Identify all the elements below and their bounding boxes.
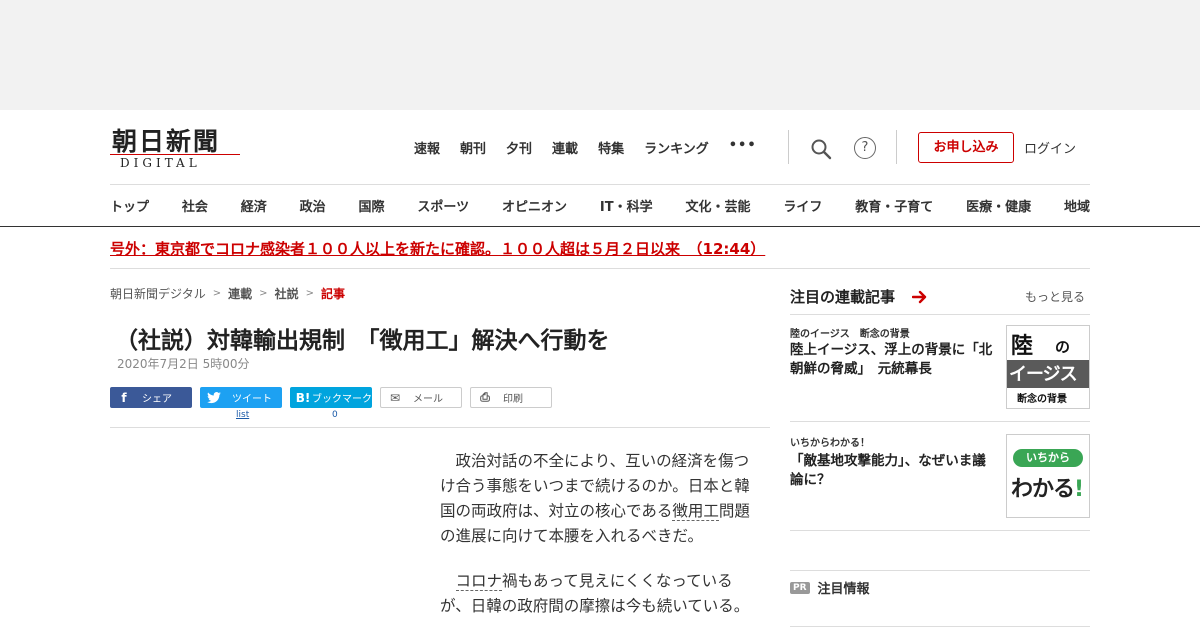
hatena-bookmark-button[interactable]: B! ブックマーク [290, 387, 372, 408]
article-paragraph: コロナ禍もあって見えにくくなっているが、日韓の政府間の摩擦は今も続いている。 [440, 569, 752, 619]
featured-article-card[interactable]: いちからわかる！ 「敵基地攻撃能力」、なぜいま議論に？ いちから わかる! [790, 434, 1090, 518]
thumbnail-text: わかる [1011, 477, 1075, 502]
tweet-count[interactable]: list [236, 410, 249, 420]
card-headline: 「敵基地攻撃能力」、なぜいま議論に？ [790, 453, 986, 488]
category-education[interactable]: 教育・子育て [855, 196, 933, 215]
thumbnail-text: 断念の背景 [1017, 394, 1067, 405]
bookmark-label: ブックマーク [312, 394, 372, 405]
breaking-news-link[interactable]: 号外：東京都でコロナ感染者１００人以上を新たに確認。１００人超は５月２日以来 （… [110, 238, 765, 259]
site-header: 朝日新聞 DIGITAL 速報 朝刊 夕刊 連載 特集 ランキング ••• ? … [110, 110, 1090, 184]
topnav-item-evening[interactable]: 夕刊 [506, 138, 532, 157]
featured-article-card[interactable]: 陸のイージス 断念の背景 陸上イージス、浮上の背景に「北朝鮮の脅威」 元統幕長 … [790, 325, 1090, 409]
more-menu-icon[interactable]: ••• [729, 138, 757, 157]
logo-rule [110, 154, 240, 155]
sidebar-heading: 注目の連載記事 [790, 288, 896, 306]
divider [110, 268, 1090, 269]
category-politics[interactable]: 政治 [300, 196, 326, 215]
card-series-label: 陸のイージス 断念の背景 [790, 329, 910, 340]
share-label: シェア [142, 394, 172, 405]
category-it-science[interactable]: IT・科学 [600, 196, 653, 215]
category-nav: トップ 社会 経済 政治 国際 スポーツ オピニオン IT・科学 文化・芸能 ラ… [110, 196, 1090, 215]
thumbnail-pill: いちから [1013, 449, 1083, 467]
thumbnail-text: ! [1074, 477, 1084, 502]
category-regional[interactable]: 地域 [1064, 196, 1090, 215]
card-series-label: いちからわかる！ [790, 438, 870, 449]
breadcrumb-editorial[interactable]: 社説 [275, 285, 299, 302]
header-divider [788, 130, 789, 164]
pr-label: 注目情報 [817, 582, 870, 597]
thumbnail-text: 陸 [1011, 334, 1034, 359]
article-body: 政治対話の不全により、互いの経済を傷つけ合う事態をいつまで続けるのか。日本と韓国… [440, 449, 752, 630]
top-nav: 速報 朝刊 夕刊 連載 特集 ランキング ••• [414, 138, 757, 157]
ad-banner-area [0, 0, 1200, 110]
card-headline: 陸上イージス、浮上の背景に「北朝鮮の脅威」 元統幕長 [790, 342, 993, 377]
category-international[interactable]: 国際 [359, 196, 385, 215]
category-economy[interactable]: 経済 [241, 196, 267, 215]
topnav-item-morning[interactable]: 朝刊 [460, 138, 486, 157]
login-link[interactable]: ログイン [1024, 138, 1076, 157]
topnav-item-features[interactable]: 特集 [598, 138, 624, 157]
card-thumbnail: いちから わかる! [1006, 434, 1090, 518]
breadcrumb-separator: > [212, 288, 222, 299]
card-thumbnail: 陸 の イージス 断念の背景 [1006, 325, 1090, 409]
category-health[interactable]: 医療・健康 [966, 196, 1031, 215]
divider [790, 570, 1090, 571]
article-title: （社説）対韓輸出規制 「徴用工」解決へ行動を [115, 328, 610, 354]
arrow-right-icon [912, 290, 927, 304]
keyword-link[interactable]: コロナ [455, 572, 503, 591]
divider [110, 427, 770, 428]
breadcrumb-home[interactable]: 朝日新聞デジタル [110, 285, 206, 302]
help-icon[interactable]: ? [854, 137, 876, 159]
divider [0, 226, 1200, 227]
article-date: 2020年7月2日 5時00分 [117, 357, 250, 371]
print-icon: ⎙ [480, 390, 490, 404]
divider [110, 184, 1090, 185]
divider [790, 421, 1090, 422]
breadcrumb-separator: > [259, 288, 268, 299]
hatena-icon: B! [295, 390, 311, 405]
category-society[interactable]: 社会 [182, 196, 208, 215]
bookmark-count: 0 [332, 410, 338, 420]
mail-icon: ✉ [389, 390, 401, 405]
more-link[interactable]: もっと見る [1025, 288, 1085, 305]
print-button[interactable]: ⎙ 印刷 [470, 387, 552, 408]
facebook-icon: f [121, 390, 127, 405]
breadcrumb: 朝日新聞デジタル > 連載 > 社説 > 記事 [110, 285, 345, 302]
pr-badge: PR [790, 581, 810, 594]
thumbnail-logo-text: わかる! [1011, 471, 1084, 503]
header-divider [896, 130, 897, 164]
keyword-link[interactable]: 徴用工 [672, 502, 719, 521]
topnav-item-ranking[interactable]: ランキング [644, 138, 709, 157]
category-life[interactable]: ライフ [783, 196, 822, 215]
category-culture[interactable]: 文化・芸能 [685, 196, 750, 215]
tweet-button[interactable]: ツイート [200, 387, 282, 408]
breadcrumb-current: 記事 [320, 287, 345, 301]
divider [790, 314, 1090, 315]
category-sports[interactable]: スポーツ [417, 196, 469, 215]
logo-sub-text: DIGITAL [120, 156, 201, 170]
site-logo[interactable]: 朝日新聞 DIGITAL [110, 122, 250, 172]
thumbnail-text: の [1055, 338, 1071, 356]
facebook-share-button[interactable]: f シェア [110, 387, 192, 408]
category-top[interactable]: トップ [110, 196, 149, 215]
breadcrumb-series[interactable]: 連載 [228, 285, 252, 302]
logo-main-text: 朝日新聞 [112, 127, 221, 156]
breadcrumb-separator: > [305, 288, 314, 299]
divider [790, 530, 1090, 531]
category-opinion[interactable]: オピニオン [502, 196, 567, 215]
topnav-item-series[interactable]: 連載 [552, 138, 578, 157]
twitter-icon [207, 391, 221, 403]
thumbnail-text: イージス [1009, 364, 1078, 385]
print-label: 印刷 [503, 394, 523, 405]
topnav-item-breaking[interactable]: 速報 [414, 138, 440, 157]
subscribe-button[interactable]: お申し込み [918, 132, 1014, 163]
mail-share-button[interactable]: ✉ メール [380, 387, 462, 408]
pr-section-header: PR 注目情報 [790, 578, 870, 597]
tweet-label: ツイート [232, 394, 272, 405]
mail-label: メール [413, 394, 443, 405]
article-paragraph: 政治対話の不全により、互いの経済を傷つけ合う事態をいつまで続けるのか。日本と韓国… [440, 449, 752, 549]
divider [790, 626, 1090, 627]
search-icon[interactable] [810, 138, 832, 160]
